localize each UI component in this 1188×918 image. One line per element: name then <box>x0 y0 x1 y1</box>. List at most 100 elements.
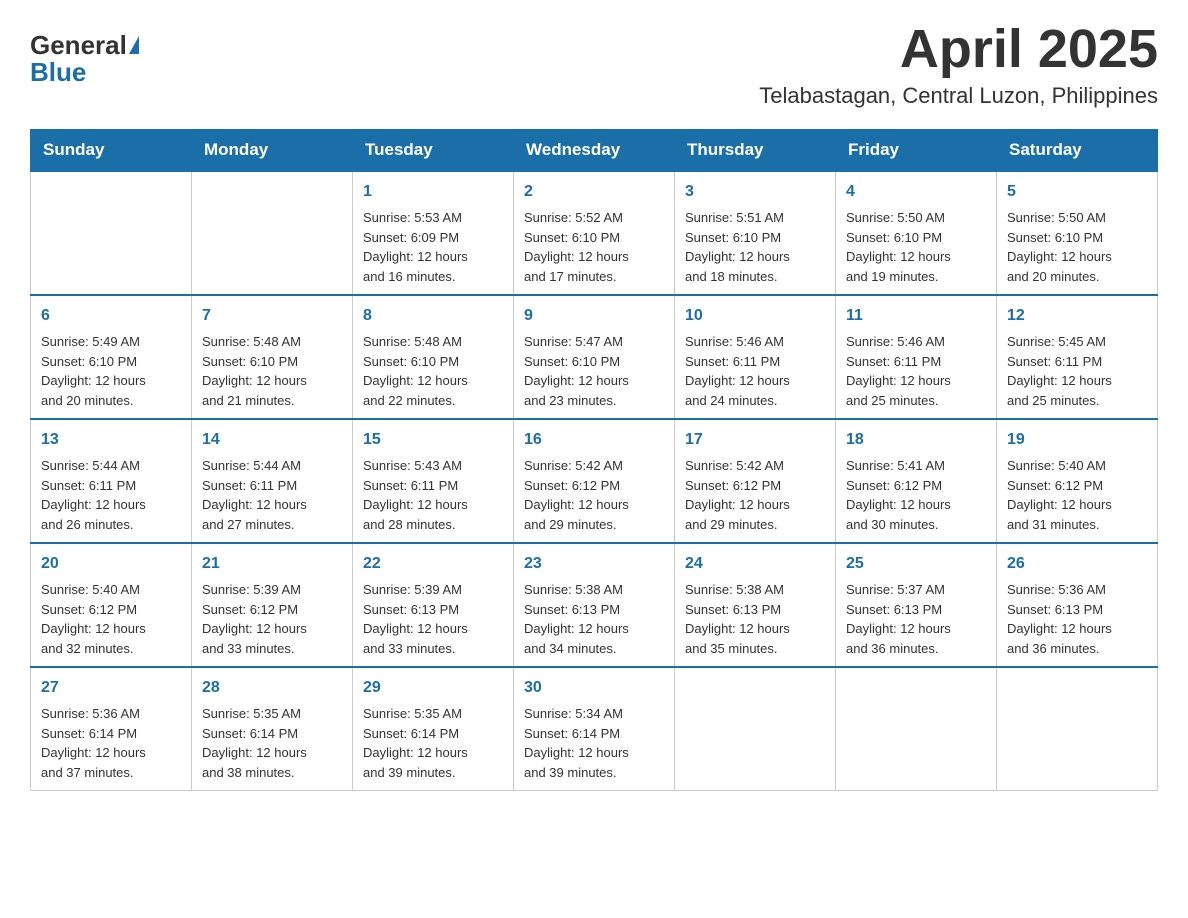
day-number: 22 <box>363 552 503 576</box>
day-number: 5 <box>1007 180 1147 204</box>
day-info: Sunrise: 5:44 AM Sunset: 6:11 PM Dayligh… <box>41 456 181 534</box>
calendar-cell: 29 Sunrise: 5:35 AM Sunset: 6:14 PM Dayli… <box>353 667 514 791</box>
day-info: Sunrise: 5:35 AM Sunset: 6:14 PM Dayligh… <box>363 704 503 782</box>
calendar-cell: 27 Sunrise: 5:36 AM Sunset: 6:14 PM Dayli… <box>31 667 192 791</box>
day-info: Sunrise: 5:52 AM Sunset: 6:10 PM Dayligh… <box>524 208 664 286</box>
day-number: 20 <box>41 552 181 576</box>
day-info: Sunrise: 5:38 AM Sunset: 6:13 PM Dayligh… <box>524 580 664 658</box>
calendar-cell: 21 Sunrise: 5:39 AM Sunset: 6:12 PM Dayli… <box>192 543 353 667</box>
day-info: Sunrise: 5:36 AM Sunset: 6:14 PM Dayligh… <box>41 704 181 782</box>
calendar-cell: 14 Sunrise: 5:44 AM Sunset: 6:11 PM Dayli… <box>192 419 353 543</box>
logo: General Blue <box>30 20 139 88</box>
day-number: 6 <box>41 304 181 328</box>
calendar-cell <box>675 667 836 791</box>
logo-triangle-icon <box>129 36 139 54</box>
title-area: April 2025 Telabastagan, Central Luzon, … <box>759 20 1158 109</box>
day-number: 11 <box>846 304 986 328</box>
location-title: Telabastagan, Central Luzon, Philippines <box>759 83 1158 109</box>
day-info: Sunrise: 5:53 AM Sunset: 6:09 PM Dayligh… <box>363 208 503 286</box>
calendar-cell <box>997 667 1158 791</box>
day-number: 15 <box>363 428 503 452</box>
calendar-cell: 8 Sunrise: 5:48 AM Sunset: 6:10 PM Daylig… <box>353 295 514 419</box>
day-number: 2 <box>524 180 664 204</box>
day-number: 30 <box>524 676 664 700</box>
day-info: Sunrise: 5:42 AM Sunset: 6:12 PM Dayligh… <box>685 456 825 534</box>
calendar-cell: 19 Sunrise: 5:40 AM Sunset: 6:12 PM Dayli… <box>997 419 1158 543</box>
day-header-saturday: Saturday <box>997 130 1158 172</box>
day-info: Sunrise: 5:36 AM Sunset: 6:13 PM Dayligh… <box>1007 580 1147 658</box>
day-number: 3 <box>685 180 825 204</box>
day-info: Sunrise: 5:51 AM Sunset: 6:10 PM Dayligh… <box>685 208 825 286</box>
calendar-cell: 30 Sunrise: 5:34 AM Sunset: 6:14 PM Dayli… <box>514 667 675 791</box>
day-info: Sunrise: 5:44 AM Sunset: 6:11 PM Dayligh… <box>202 456 342 534</box>
day-number: 7 <box>202 304 342 328</box>
calendar-cell: 20 Sunrise: 5:40 AM Sunset: 6:12 PM Dayli… <box>31 543 192 667</box>
week-row-1: 1Sunrise: 5:53 AM Sunset: 6:09 PM Daylig… <box>31 171 1158 295</box>
day-number: 10 <box>685 304 825 328</box>
day-number: 29 <box>363 676 503 700</box>
day-number: 24 <box>685 552 825 576</box>
calendar-cell: 26 Sunrise: 5:36 AM Sunset: 6:13 PM Dayli… <box>997 543 1158 667</box>
day-info: Sunrise: 5:34 AM Sunset: 6:14 PM Dayligh… <box>524 704 664 782</box>
days-header-row: SundayMondayTuesdayWednesdayThursdayFrid… <box>31 130 1158 172</box>
day-header-friday: Friday <box>836 130 997 172</box>
day-info: Sunrise: 5:48 AM Sunset: 6:10 PM Dayligh… <box>202 332 342 410</box>
day-number: 4 <box>846 180 986 204</box>
day-number: 28 <box>202 676 342 700</box>
day-info: Sunrise: 5:38 AM Sunset: 6:13 PM Dayligh… <box>685 580 825 658</box>
day-number: 27 <box>41 676 181 700</box>
day-number: 12 <box>1007 304 1147 328</box>
day-info: Sunrise: 5:50 AM Sunset: 6:10 PM Dayligh… <box>1007 208 1147 286</box>
calendar-table: SundayMondayTuesdayWednesdayThursdayFrid… <box>30 129 1158 791</box>
day-number: 14 <box>202 428 342 452</box>
day-info: Sunrise: 5:40 AM Sunset: 6:12 PM Dayligh… <box>1007 456 1147 534</box>
calendar-cell: 7 Sunrise: 5:48 AM Sunset: 6:10 PM Daylig… <box>192 295 353 419</box>
day-info: Sunrise: 5:40 AM Sunset: 6:12 PM Dayligh… <box>41 580 181 658</box>
day-info: Sunrise: 5:47 AM Sunset: 6:10 PM Dayligh… <box>524 332 664 410</box>
day-number: 26 <box>1007 552 1147 576</box>
day-header-tuesday: Tuesday <box>353 130 514 172</box>
calendar-cell <box>192 171 353 295</box>
week-row-2: 6 Sunrise: 5:49 AM Sunset: 6:10 PM Daylig… <box>31 295 1158 419</box>
day-info: Sunrise: 5:46 AM Sunset: 6:11 PM Dayligh… <box>685 332 825 410</box>
calendar-cell: 28Sunrise: 5:35 AM Sunset: 6:14 PM Dayli… <box>192 667 353 791</box>
day-info: Sunrise: 5:41 AM Sunset: 6:12 PM Dayligh… <box>846 456 986 534</box>
page-header: General Blue April 2025 Telabastagan, Ce… <box>30 20 1158 109</box>
day-number: 23 <box>524 552 664 576</box>
day-header-sunday: Sunday <box>31 130 192 172</box>
calendar-cell: 11Sunrise: 5:46 AM Sunset: 6:11 PM Dayli… <box>836 295 997 419</box>
logo-blue-text: Blue <box>30 57 86 87</box>
calendar-cell: 2 Sunrise: 5:52 AM Sunset: 6:10 PM Daylig… <box>514 171 675 295</box>
calendar-cell: 6 Sunrise: 5:49 AM Sunset: 6:10 PM Daylig… <box>31 295 192 419</box>
day-number: 16 <box>524 428 664 452</box>
day-number: 13 <box>41 428 181 452</box>
calendar-cell: 23 Sunrise: 5:38 AM Sunset: 6:13 PM Dayli… <box>514 543 675 667</box>
day-number: 21 <box>202 552 342 576</box>
calendar-cell: 10 Sunrise: 5:46 AM Sunset: 6:11 PM Dayli… <box>675 295 836 419</box>
day-info: Sunrise: 5:39 AM Sunset: 6:12 PM Dayligh… <box>202 580 342 658</box>
day-info: Sunrise: 5:48 AM Sunset: 6:10 PM Dayligh… <box>363 332 503 410</box>
day-info: Sunrise: 5:42 AM Sunset: 6:12 PM Dayligh… <box>524 456 664 534</box>
calendar-cell: 24 Sunrise: 5:38 AM Sunset: 6:13 PM Dayli… <box>675 543 836 667</box>
calendar-cell: 3 Sunrise: 5:51 AM Sunset: 6:10 PM Daylig… <box>675 171 836 295</box>
day-number: 19 <box>1007 428 1147 452</box>
calendar-cell <box>31 171 192 295</box>
calendar-cell: 9 Sunrise: 5:47 AM Sunset: 6:10 PM Daylig… <box>514 295 675 419</box>
calendar-cell <box>836 667 997 791</box>
week-row-5: 27 Sunrise: 5:36 AM Sunset: 6:14 PM Dayli… <box>31 667 1158 791</box>
day-number: 25 <box>846 552 986 576</box>
calendar-cell: 25Sunrise: 5:37 AM Sunset: 6:13 PM Dayli… <box>836 543 997 667</box>
day-info: Sunrise: 5:49 AM Sunset: 6:10 PM Dayligh… <box>41 332 181 410</box>
day-info: Sunrise: 5:39 AM Sunset: 6:13 PM Dayligh… <box>363 580 503 658</box>
day-number: 8 <box>363 304 503 328</box>
calendar-cell: 18Sunrise: 5:41 AM Sunset: 6:12 PM Dayli… <box>836 419 997 543</box>
day-info: Sunrise: 5:50 AM Sunset: 6:10 PM Dayligh… <box>846 208 986 286</box>
day-number: 17 <box>685 428 825 452</box>
calendar-cell: 4 Sunrise: 5:50 AM Sunset: 6:10 PM Daylig… <box>836 171 997 295</box>
day-header-monday: Monday <box>192 130 353 172</box>
calendar-cell: 22 Sunrise: 5:39 AM Sunset: 6:13 PM Dayli… <box>353 543 514 667</box>
calendar-cell: 13 Sunrise: 5:44 AM Sunset: 6:11 PM Dayli… <box>31 419 192 543</box>
day-info: Sunrise: 5:45 AM Sunset: 6:11 PM Dayligh… <box>1007 332 1147 410</box>
day-number: 9 <box>524 304 664 328</box>
calendar-cell: 16 Sunrise: 5:42 AM Sunset: 6:12 PM Dayli… <box>514 419 675 543</box>
